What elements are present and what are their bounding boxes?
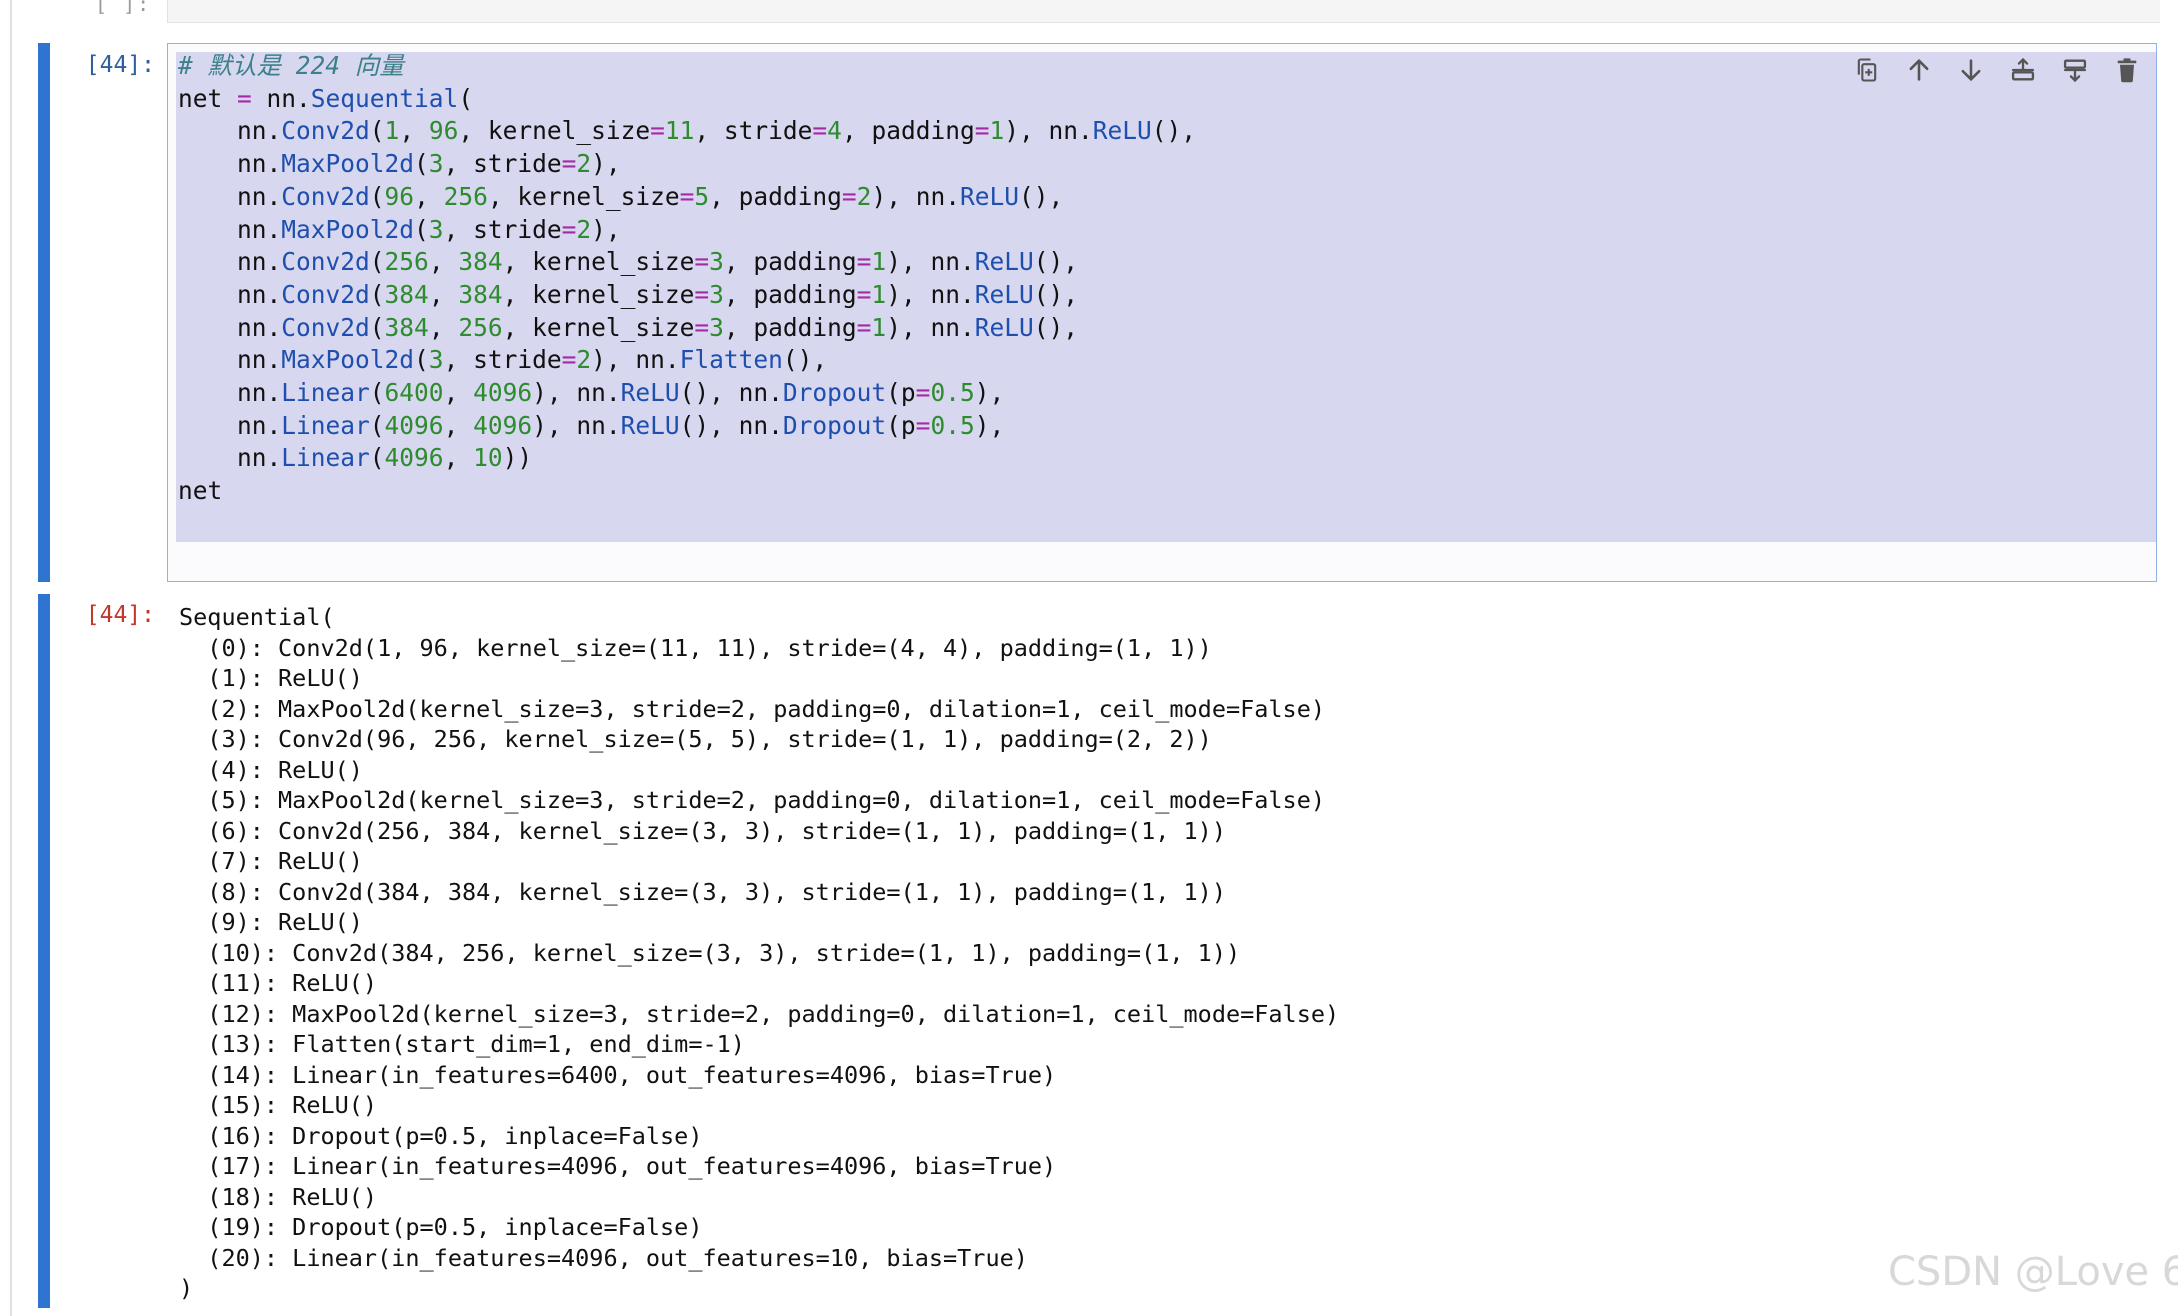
- output-line: (3): Conv2d(96, 256, kernel_size=(5, 5),…: [179, 725, 1212, 753]
- output-line: (2): MaxPool2d(kernel_size=3, stride=2, …: [179, 694, 1326, 723]
- input-cell-collapser[interactable]: [38, 43, 50, 582]
- output-line: (0): Conv2d(1, 96, kernel_size=(11, 11),…: [179, 633, 1212, 662]
- output-line: (15): ReLU(): [179, 1091, 378, 1119]
- previous-cell-prompt: [ ]:: [95, 0, 152, 16]
- output-line: (10): Conv2d(384, 256, kernel_size=(3, 3…: [179, 938, 1241, 967]
- output-line: (7): ReLU(): [179, 847, 363, 875]
- output-line: (18): ReLU(): [179, 1182, 378, 1211]
- input-prompt: [44]:: [85, 52, 155, 78]
- delete-icon[interactable]: [2106, 52, 2148, 88]
- previous-cell[interactable]: [167, 0, 2160, 23]
- output-line: (11): ReLU(): [179, 969, 378, 997]
- output-line: ): [179, 1274, 194, 1302]
- cell-output: Sequential( (0): Conv2d(1, 96, kernel_si…: [179, 602, 1339, 1304]
- output-line: (17): Linear(in_features=4096, out_featu…: [179, 1152, 1057, 1180]
- output-line: (16): Dropout(p=0.5, inplace=False): [179, 1121, 703, 1150]
- output-cell-collapser[interactable]: [38, 594, 50, 1308]
- output-line: (4): ReLU(): [179, 755, 363, 784]
- insert-above-icon[interactable]: [2002, 52, 2044, 88]
- output-prompt: [44]:: [85, 602, 155, 628]
- output-line: (5): MaxPool2d(kernel_size=3, stride=2, …: [179, 786, 1326, 814]
- duplicate-icon[interactable]: [1846, 52, 1888, 88]
- output-line: (13): Flatten(start_dim=1, end_dim=-1): [179, 1030, 745, 1058]
- move-up-icon[interactable]: [1898, 52, 1940, 88]
- output-line: Sequential(: [179, 603, 335, 631]
- watermark: CSDN @Love 6: [1888, 1249, 2178, 1295]
- code-comment: # 默认是 224 向量: [178, 51, 404, 80]
- output-line: (14): Linear(in_features=6400, out_featu…: [179, 1060, 1057, 1089]
- code-content[interactable]: # 默认是 224 向量 net = nn.Sequential( nn.Con…: [178, 50, 1196, 508]
- output-line: (20): Linear(in_features=4096, out_featu…: [179, 1243, 1028, 1272]
- move-down-icon[interactable]: [1950, 52, 1992, 88]
- output-line: (6): Conv2d(256, 384, kernel_size=(3, 3)…: [179, 816, 1226, 845]
- output-line: (1): ReLU(): [179, 664, 363, 692]
- notebook-left-border: [10, 0, 12, 1316]
- cell-toolbar: [1846, 52, 2148, 88]
- output-line: (8): Conv2d(384, 384, kernel_size=(3, 3)…: [179, 877, 1226, 906]
- insert-below-icon[interactable]: [2054, 52, 2096, 88]
- output-line: (12): MaxPool2d(kernel_size=3, stride=2,…: [179, 999, 1340, 1028]
- output-line: (9): ReLU(): [179, 908, 363, 936]
- output-line: (19): Dropout(p=0.5, inplace=False): [179, 1213, 703, 1241]
